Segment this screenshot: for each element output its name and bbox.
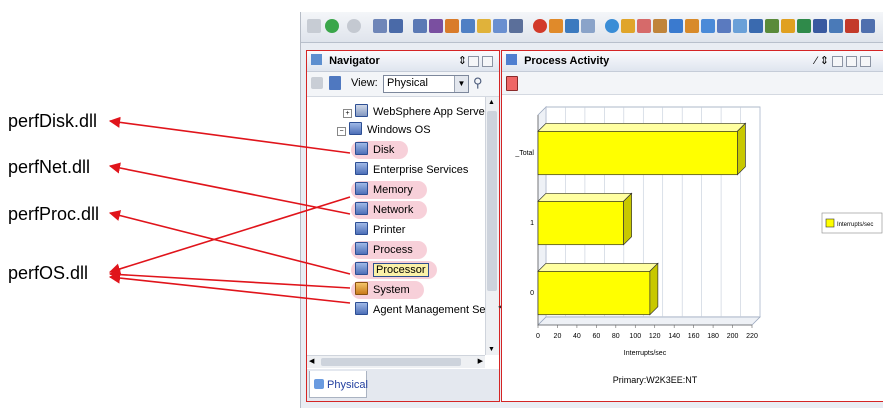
annotation-arrows	[108, 116, 351, 304]
arrow-perfnet-network	[108, 162, 351, 215]
arrow-perfdisk-disk	[108, 116, 351, 154]
arrow-perfos-memory	[108, 196, 351, 275]
arrow-perfproc-process	[108, 210, 351, 275]
